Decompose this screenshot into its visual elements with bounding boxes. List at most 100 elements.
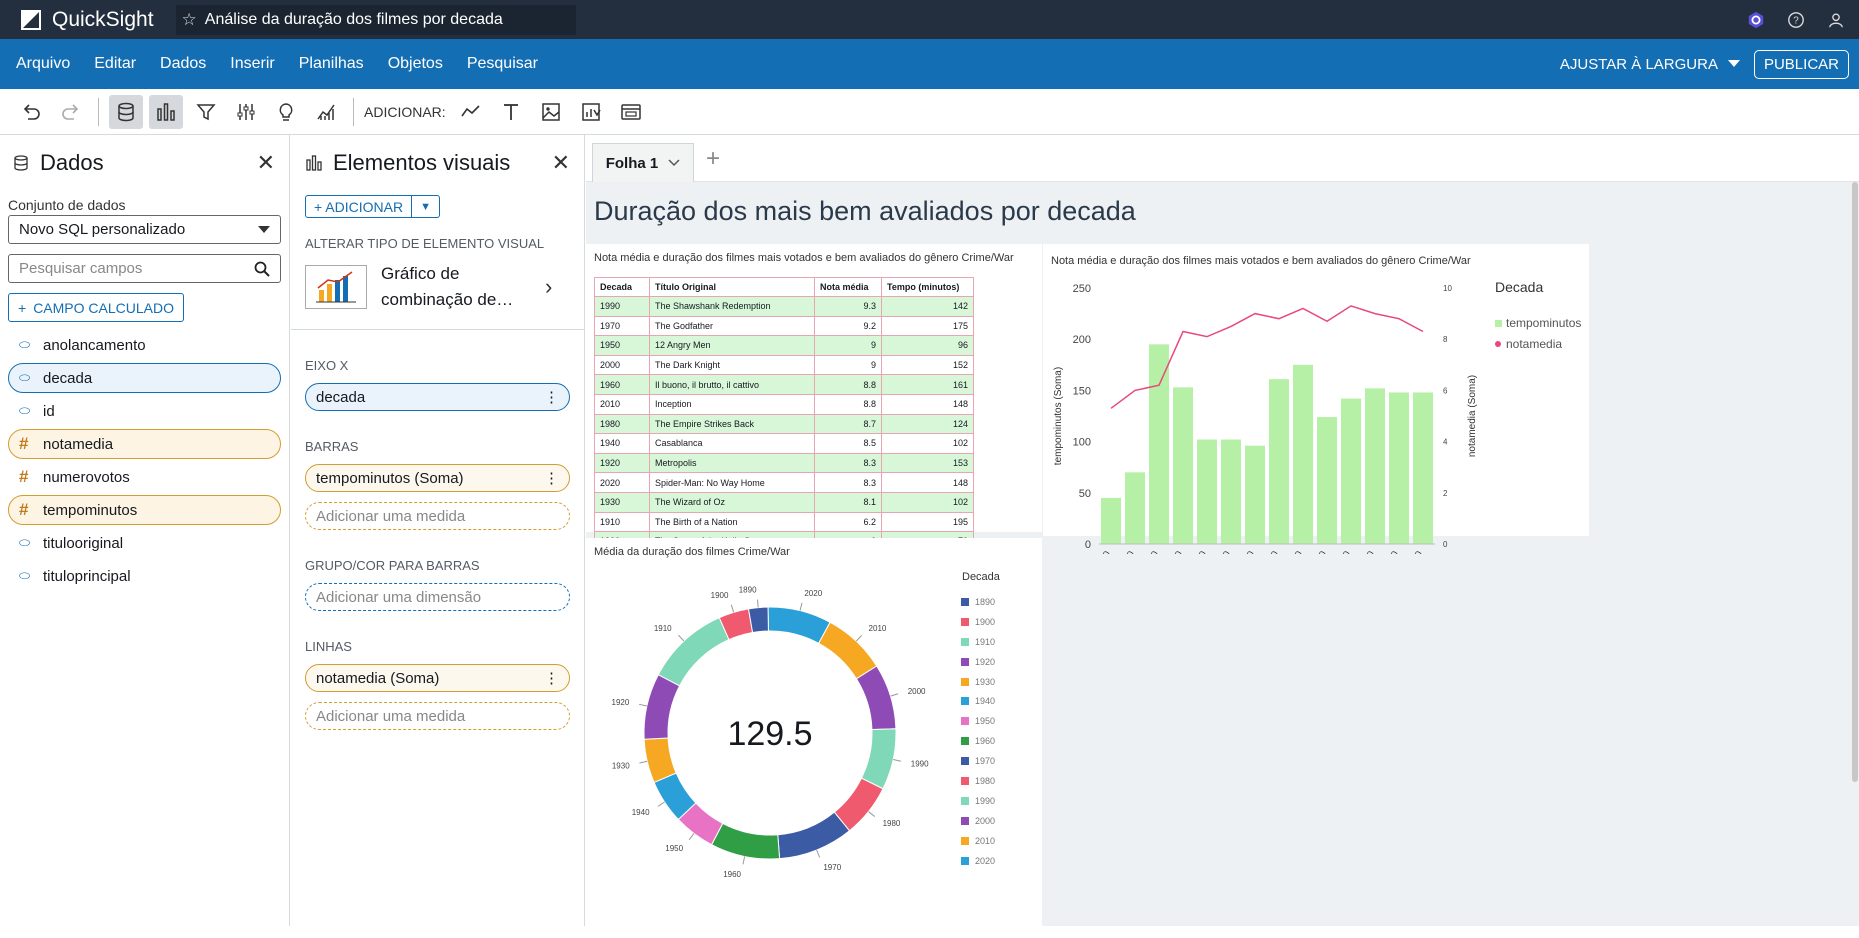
table-header[interactable]: Tempo (minutos) xyxy=(881,277,974,297)
legend-item[interactable]: 1940 xyxy=(961,691,995,711)
add-text-icon[interactable] xyxy=(494,95,528,129)
undo-icon[interactable] xyxy=(14,95,48,129)
more-icon[interactable]: ⋮ xyxy=(544,669,559,687)
lines-well[interactable]: notamedia (Soma) ⋮ xyxy=(305,664,570,692)
menu-pesquisar[interactable]: Pesquisar xyxy=(467,55,538,73)
table-header[interactable]: Decada xyxy=(594,277,650,297)
add-label: ADICIONAR: xyxy=(364,103,446,120)
document-title[interactable]: ☆ Análise da duração dos filmes por deca… xyxy=(175,4,576,35)
q-assistant-icon[interactable] xyxy=(1747,11,1765,29)
add-visual-icon[interactable] xyxy=(454,95,488,129)
menu-dados[interactable]: Dados xyxy=(160,55,206,73)
legend-item[interactable]: 2010 xyxy=(961,831,995,851)
visuals-icon[interactable] xyxy=(149,94,183,129)
menu-objetos[interactable]: Objetos xyxy=(388,55,443,73)
measure-icon: # xyxy=(19,434,29,453)
parameters-icon[interactable] xyxy=(229,95,263,129)
legend-item[interactable]: 1990 xyxy=(961,791,995,811)
add-measure-bars[interactable]: Adicionar uma medida xyxy=(305,502,570,530)
legend-item[interactable]: 1890 xyxy=(961,592,995,612)
insights-icon[interactable] xyxy=(269,95,303,129)
table-row[interactable]: 1920 Metropolis 8.3 153 xyxy=(594,452,974,474)
more-icon[interactable]: ⋮ xyxy=(544,469,559,487)
fit-width-dropdown[interactable]: AJUSTAR À LARGURA xyxy=(1560,56,1740,73)
table-cell: 2020 xyxy=(594,472,650,493)
field-tempominutos[interactable]: # tempominutos xyxy=(8,495,281,525)
combo-chart-visual[interactable]: Nota média e duração dos filmes mais vot… xyxy=(1043,244,1589,554)
x-tick-label: 1910 xyxy=(1140,549,1162,554)
table-row[interactable]: 1950 12 Angry Men 9 96 xyxy=(594,335,974,356)
canvas-scrollbar[interactable] xyxy=(1851,182,1859,782)
themes-icon[interactable] xyxy=(309,95,343,129)
legend-item[interactable]: 1960 xyxy=(961,731,995,751)
help-icon[interactable]: ? xyxy=(1787,11,1805,29)
table-row[interactable]: 1980 The Empire Strikes Back 8.7 124 xyxy=(594,413,974,435)
close-icon[interactable]: ✕ xyxy=(257,150,275,176)
chevron-down-icon[interactable] xyxy=(668,159,680,167)
field-label: id xyxy=(43,402,55,420)
redo-icon[interactable] xyxy=(54,95,88,129)
add-measure-lines[interactable]: Adicionar uma medida xyxy=(305,702,570,730)
field-titulooriginal[interactable]: ⬭ titulooriginal xyxy=(8,528,281,558)
add-visual-button[interactable]: + ADICIONAR xyxy=(305,195,413,218)
table-row[interactable]: 1930 The Wizard of Oz 8.1 102 xyxy=(594,491,974,513)
legend-item[interactable]: 1980 xyxy=(961,771,995,791)
quicksight-logo[interactable]: QuickSight xyxy=(20,8,154,32)
table-row[interactable]: 2020 Spider-Man: No Way Home 8.3 148 xyxy=(594,472,974,493)
scrollbar-thumb[interactable] xyxy=(1852,182,1858,782)
legend-item[interactable]: 1920 xyxy=(961,652,995,672)
table-visual[interactable]: Nota média e duração dos filmes mais vot… xyxy=(586,244,1042,572)
table-row[interactable]: 2010 Inception 8.8 148 xyxy=(594,393,974,415)
database-icon[interactable] xyxy=(109,94,143,129)
menu-inserir[interactable]: Inserir xyxy=(230,55,274,73)
legend-item[interactable]: 1970 xyxy=(961,751,995,771)
legend-item[interactable]: 1930 xyxy=(961,672,995,692)
legend-item[interactable]: 1950 xyxy=(961,711,995,731)
table-row[interactable]: 1960 Il buono, il brutto, il cattivo 8.8 16… xyxy=(594,374,974,395)
menu-editar[interactable]: Editar xyxy=(94,55,136,73)
publish-button[interactable]: PUBLICAR xyxy=(1753,49,1849,79)
menu-planilhas[interactable]: Planilhas xyxy=(299,55,364,73)
table-header[interactable]: Nota média xyxy=(814,277,882,297)
user-icon[interactable] xyxy=(1827,11,1845,29)
x-axis-well[interactable]: decada ⋮ xyxy=(305,383,570,411)
donut-slice xyxy=(643,674,681,740)
close-icon[interactable]: ✕ xyxy=(552,150,570,176)
table-row[interactable]: 1910 The Birth of a Nation 6.2 195 xyxy=(594,511,974,533)
field-notamedia[interactable]: # notamedia xyxy=(8,429,281,459)
table-row[interactable]: 1990 The Shawshank Redemption 9.3 142 xyxy=(594,296,974,317)
legend-item[interactable]: 2020 xyxy=(961,851,995,871)
field-id[interactable]: ⬭ id xyxy=(8,396,281,426)
field-numerovotos[interactable]: # numerovotos xyxy=(8,462,281,492)
table-row[interactable]: 2000 The Dark Knight 9 152 xyxy=(594,354,974,376)
chevron-down-icon[interactable]: ▼ xyxy=(412,195,441,218)
add-dimension-group[interactable]: Adicionar uma dimensão xyxy=(305,583,570,611)
menu-arquivo[interactable]: Arquivo xyxy=(16,55,70,73)
add-sheet-icon[interactable]: + xyxy=(706,145,720,173)
legend-item[interactable]: 1910 xyxy=(961,632,995,652)
field-decada[interactable]: ⬭ decada xyxy=(8,363,281,393)
calculated-field-button[interactable]: + CAMPO CALCULADO xyxy=(8,293,184,322)
filter-icon[interactable] xyxy=(189,95,223,129)
search-fields-input[interactable]: Pesquisar campos xyxy=(8,254,281,283)
add-image-icon[interactable] xyxy=(534,95,568,129)
dataset-select[interactable]: Novo SQL personalizado xyxy=(8,215,281,244)
add-embed-icon[interactable] xyxy=(614,95,648,129)
visual-type-selector[interactable]: Gráfico de combinação de… › xyxy=(305,261,570,313)
more-icon[interactable]: ⋮ xyxy=(544,388,559,406)
dimension-icon: ⬭ xyxy=(19,568,31,583)
legend-item[interactable]: 2000 xyxy=(961,811,995,831)
add-insight-icon[interactable] xyxy=(574,95,608,129)
field-anolancamento[interactable]: ⬭ anolancamento xyxy=(8,330,281,360)
table-row[interactable]: 1940 Casablanca 8.5 102 xyxy=(594,433,974,454)
legend-item[interactable]: 1900 xyxy=(961,612,995,632)
star-icon[interactable]: ☆ xyxy=(182,10,197,30)
table-header[interactable]: Título Original xyxy=(649,277,815,297)
field-tituloprincipal[interactable]: ⬭ tituloprincipal xyxy=(8,561,281,591)
tab-folha-1[interactable]: Folha 1 xyxy=(592,143,694,182)
legend-title: Decada xyxy=(1495,279,1543,295)
donut-visual[interactable]: Média da duração dos filmes Crime/War 20… xyxy=(586,538,1042,938)
bars-well[interactable]: tempominutos (Soma) ⋮ xyxy=(305,464,570,492)
table-row[interactable]: 1970 The Godfather 9.2 175 xyxy=(594,315,974,337)
table-cell: 8.7 xyxy=(814,413,882,435)
